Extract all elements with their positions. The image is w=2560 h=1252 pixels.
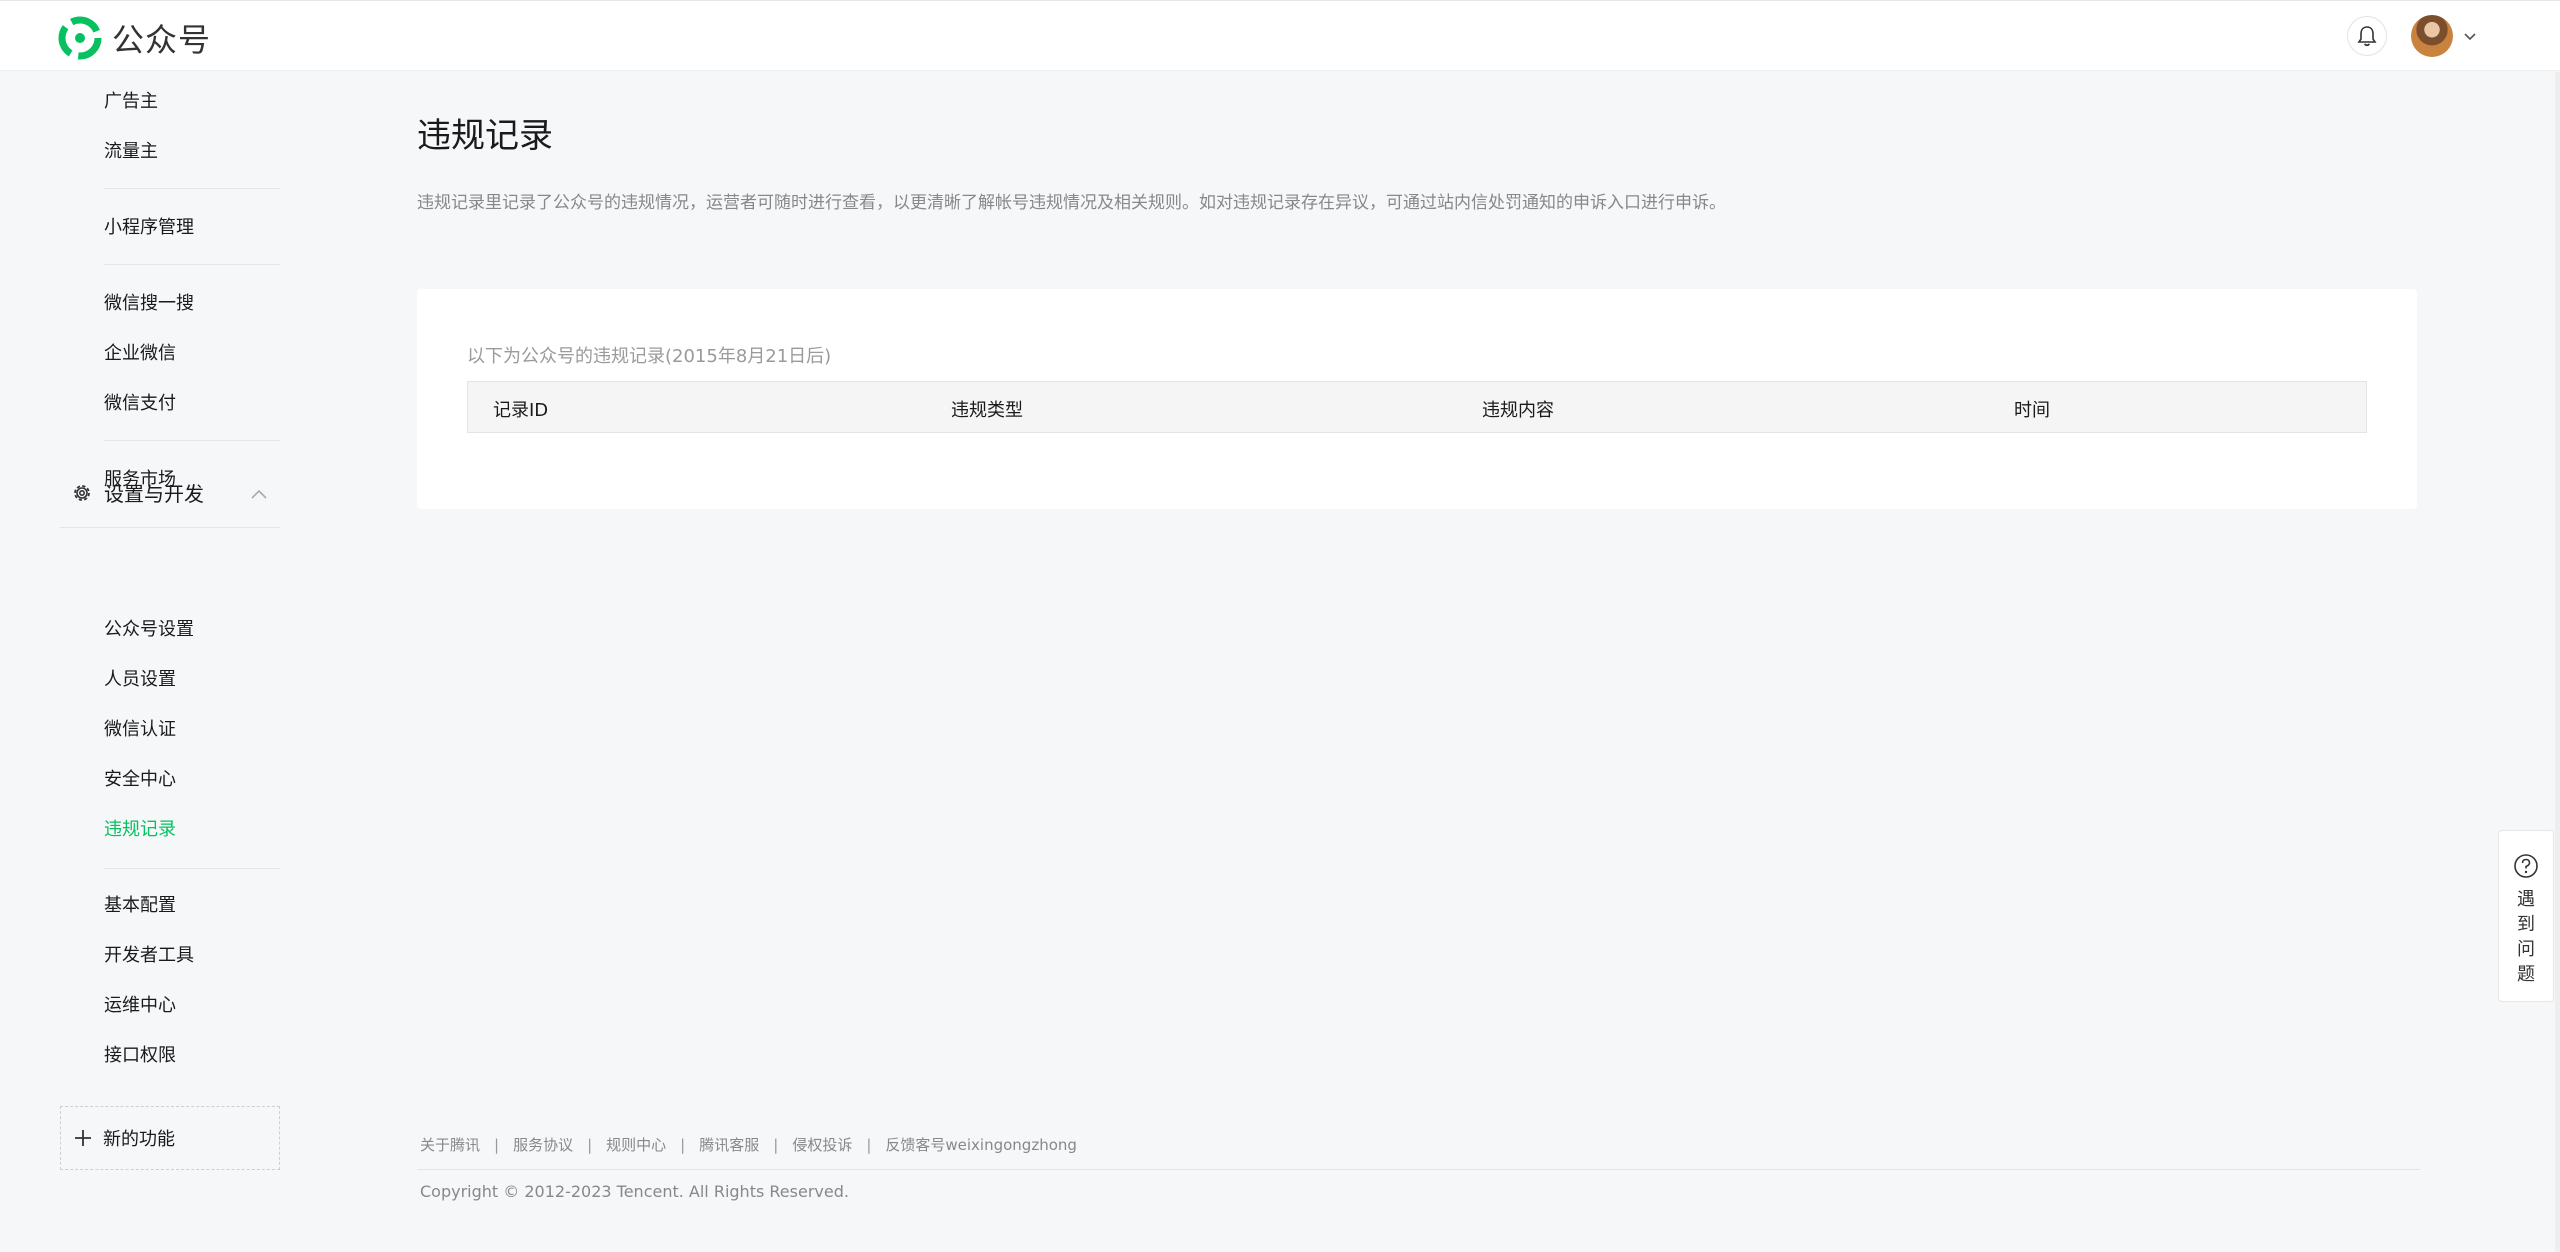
footer-link-terms[interactable]: 服务协议: [513, 1134, 573, 1155]
wechat-mp-logo-icon: [58, 16, 102, 60]
records-table-header: 记录ID 违规类型 违规内容 时间: [467, 381, 2367, 433]
sidebar-item-basic-config[interactable]: 基本配置: [104, 894, 176, 918]
gear-icon: [74, 484, 90, 501]
sidebar-divider: [104, 440, 280, 441]
help-circle-icon: [2514, 854, 2538, 878]
sidebar-divider: [60, 527, 280, 528]
column-header-violation-content: 违规内容: [1482, 400, 1554, 421]
sidebar-item-publisher[interactable]: 流量主: [104, 140, 158, 164]
chevron-down-icon[interactable]: [2462, 28, 2478, 44]
new-feature-button[interactable]: 新的功能: [60, 1106, 280, 1170]
sidebar-item-member-settings[interactable]: 人员设置: [104, 668, 176, 692]
sidebar-item-security-center[interactable]: 安全中心: [104, 768, 176, 792]
records-caption: 以下为公众号的违规记录(2015年8月21日后): [467, 346, 832, 367]
sidebar-divider: [104, 868, 280, 869]
sidebar: 广告主 流量主 小程序管理 微信搜一搜 企业微信 微信支付 服务市场: [0, 72, 300, 1252]
sidebar-item-violation-records[interactable]: 违规记录: [104, 818, 176, 842]
help-label: 遇 到 问 题: [2517, 889, 2535, 985]
brand-name: 公众号: [112, 21, 212, 59]
sidebar-divider: [104, 188, 280, 189]
help-float-button[interactable]: 遇 到 问 题: [2498, 830, 2554, 1002]
sidebar-item-ops-center[interactable]: 运维中心: [104, 994, 176, 1018]
bell-icon: [2357, 26, 2377, 47]
footer-link-about[interactable]: 关于腾讯: [420, 1134, 480, 1155]
violation-records-card: 以下为公众号的违规记录(2015年8月21日后) 记录ID 违规类型 违规内容 …: [417, 289, 2417, 509]
sidebar-item-wechat-pay[interactable]: 微信支付: [104, 392, 176, 416]
page-title: 违规记录: [417, 116, 553, 156]
sidebar-item-dev-tools[interactable]: 开发者工具: [104, 944, 194, 968]
brand-logo[interactable]: 公众号: [58, 15, 211, 61]
page-description: 违规记录里记录了公众号的违规情况，运营者可随时进行查看，以更清晰了解帐号违规情况…: [417, 193, 1726, 213]
top-bar: 公众号: [0, 0, 2560, 71]
footer-separator: |: [866, 1135, 872, 1154]
new-feature-label: 新的功能: [103, 1129, 175, 1150]
sidebar-item-wechat-search[interactable]: 微信搜一搜: [104, 292, 194, 316]
column-header-record-id: 记录ID: [493, 400, 549, 421]
footer-divider: [417, 1169, 2420, 1170]
sidebar-item-api-permissions[interactable]: 接口权限: [104, 1044, 176, 1068]
sidebar-item-advertiser[interactable]: 广告主: [104, 90, 158, 114]
chevron-up-icon[interactable]: [250, 487, 268, 501]
column-header-violation-type: 违规类型: [951, 400, 1023, 421]
notification-button[interactable]: [2347, 16, 2387, 56]
footer-link-support[interactable]: 腾讯客服: [699, 1134, 759, 1155]
footer-separator: |: [494, 1135, 500, 1154]
column-header-time: 时间: [2014, 400, 2050, 421]
copyright: Copyright © 2012-2023 Tencent. All Right…: [420, 1182, 849, 1201]
footer-separator: |: [587, 1135, 593, 1154]
footer-links: 关于腾讯 | 服务协议 | 规则中心 | 腾讯客服 | 侵权投诉 | 反馈客号w…: [420, 1134, 1077, 1155]
sidebar-section-settings-dev[interactable]: 设置与开发: [70, 478, 204, 507]
footer-separator: |: [680, 1135, 686, 1154]
sidebar-item-miniprogram[interactable]: 小程序管理: [104, 216, 194, 240]
scrollbar-track[interactable]: [2555, 72, 2560, 1252]
sidebar-section-label: 设置与开发: [104, 482, 204, 506]
sidebar-item-wechat-verify[interactable]: 微信认证: [104, 718, 176, 742]
sidebar-divider: [104, 264, 280, 265]
footer-separator: |: [773, 1135, 779, 1154]
sidebar-item-wecom[interactable]: 企业微信: [104, 342, 176, 366]
footer-link-rules[interactable]: 规则中心: [606, 1134, 666, 1155]
sidebar-item-account-settings[interactable]: 公众号设置: [104, 618, 194, 642]
footer-link-feedback[interactable]: 反馈客号weixingongzhong: [885, 1134, 1077, 1155]
footer-link-complaint[interactable]: 侵权投诉: [792, 1134, 852, 1155]
plus-icon: [75, 1130, 91, 1146]
user-avatar[interactable]: [2411, 15, 2453, 57]
